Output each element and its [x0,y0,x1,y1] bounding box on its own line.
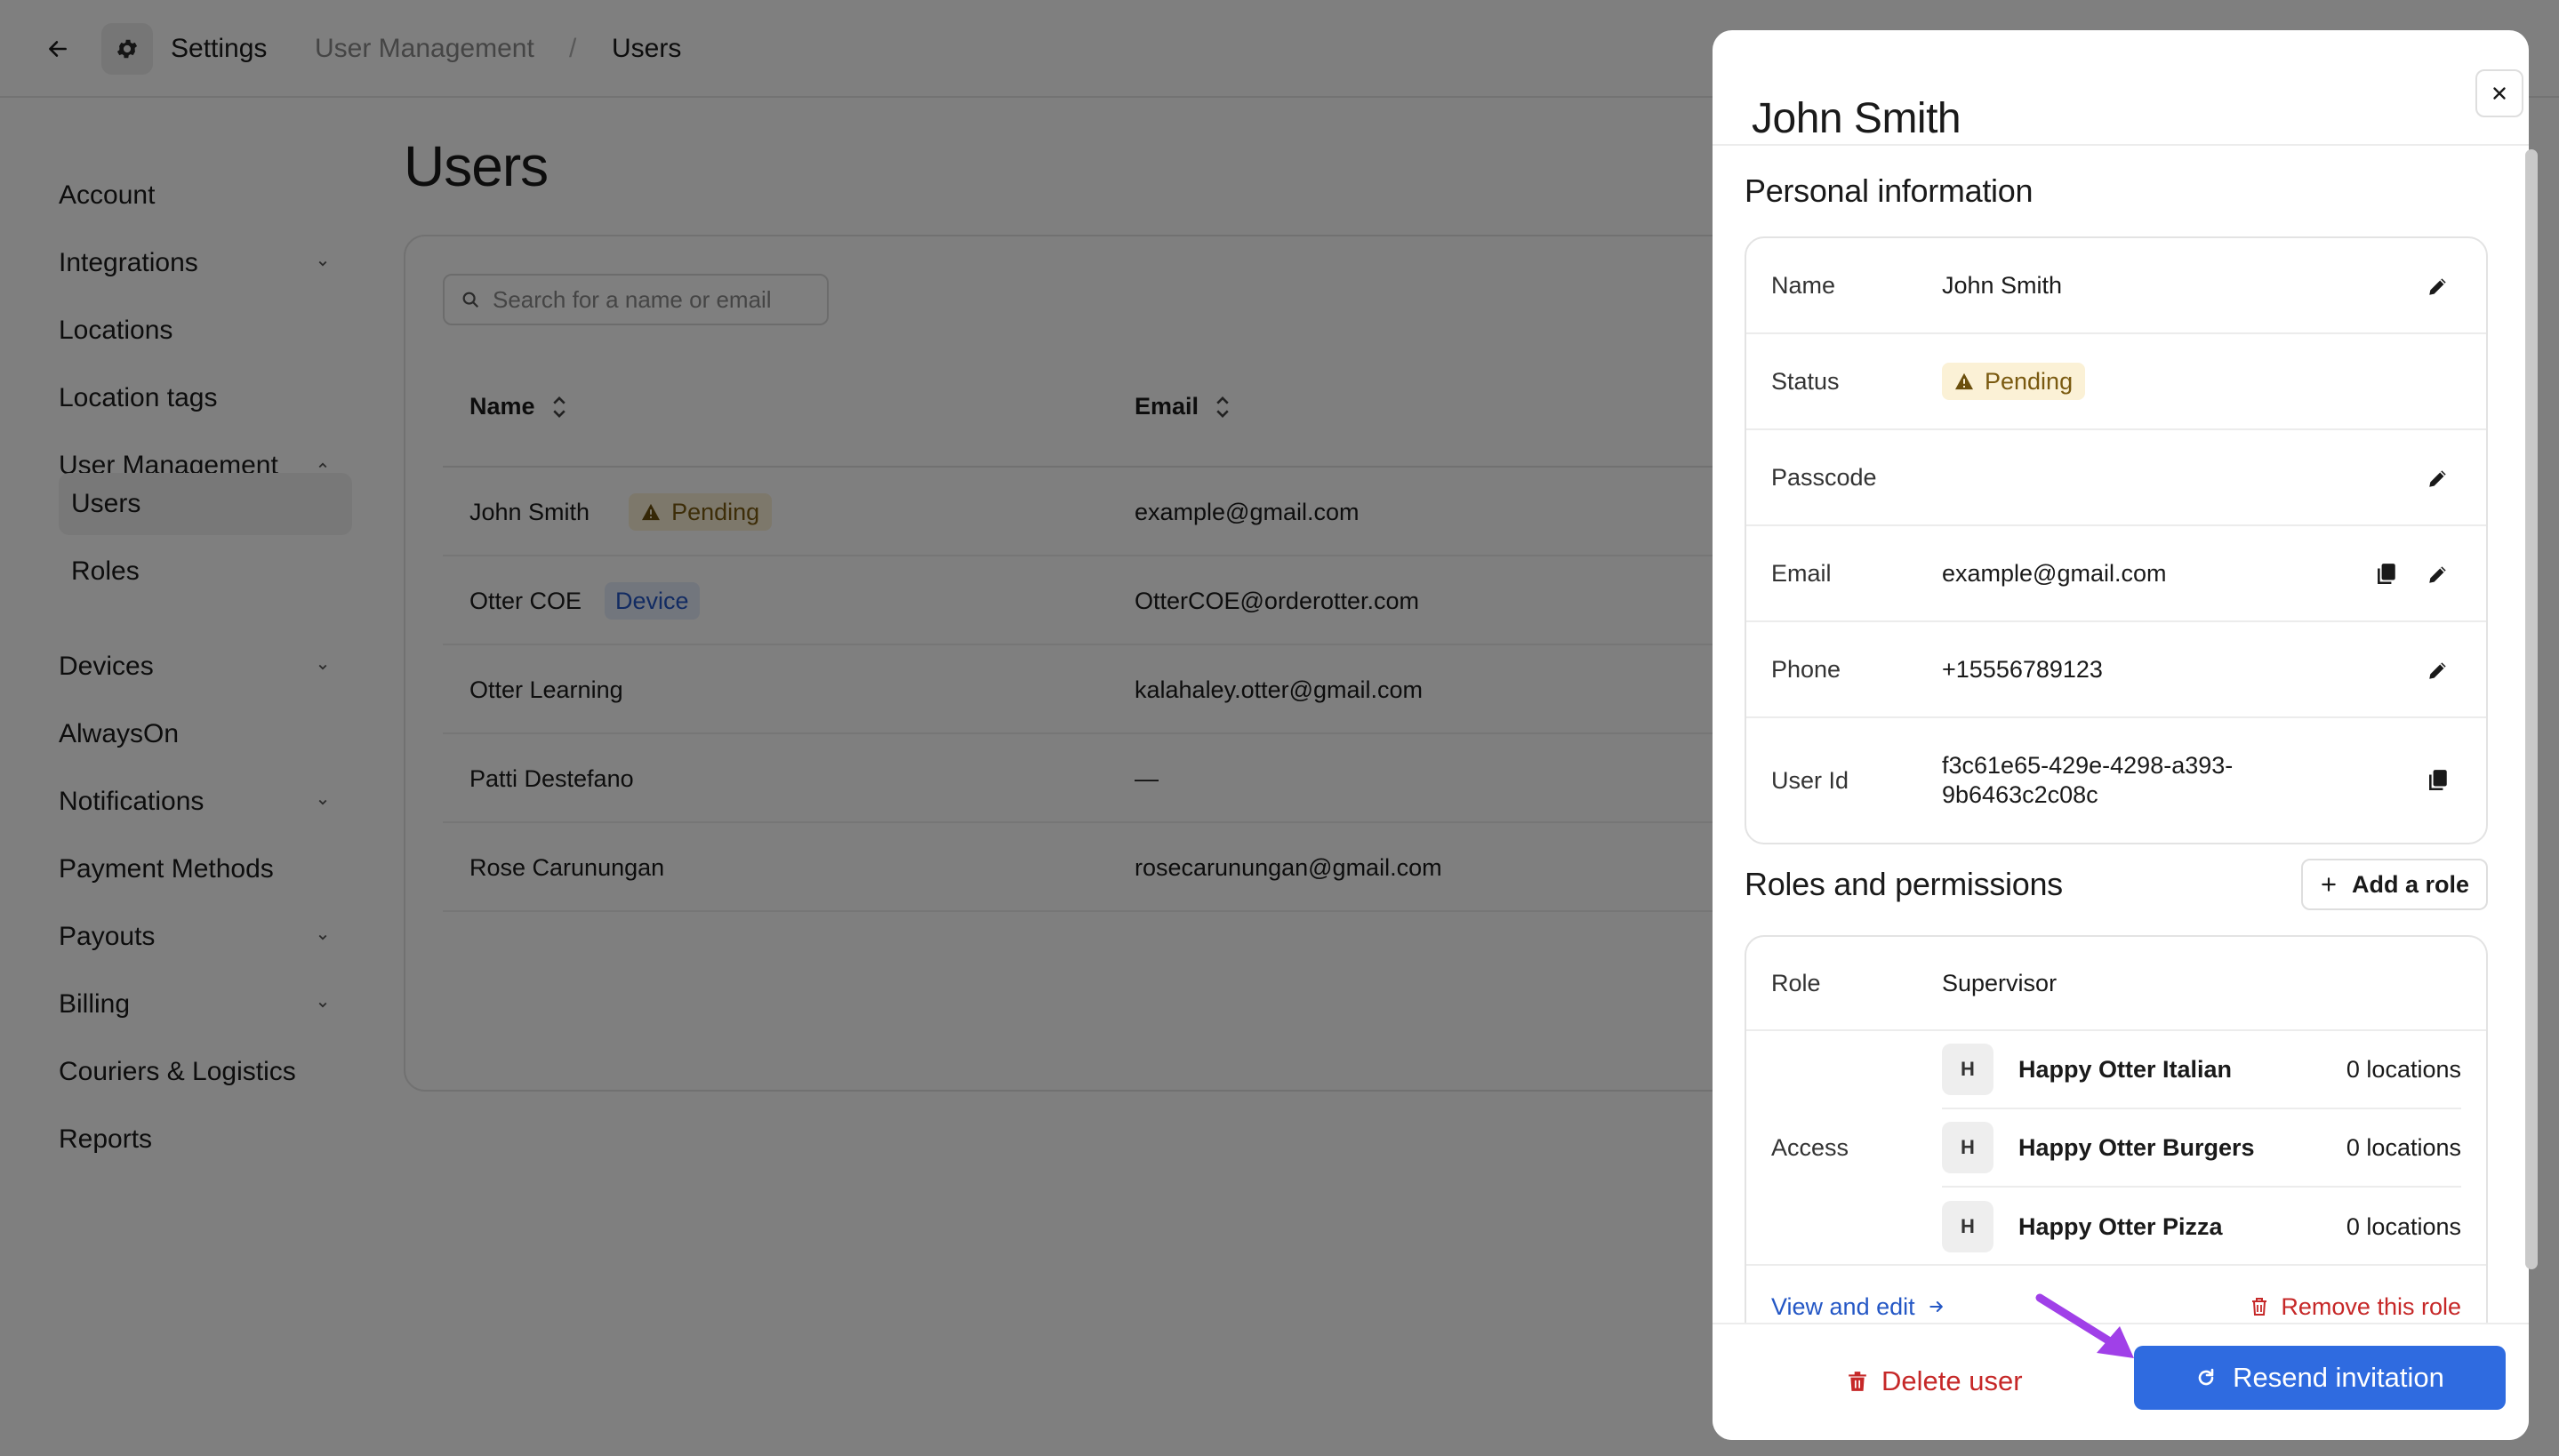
location-name: Happy Otter Burgers [2018,1133,2255,1161]
location-item: H Happy Otter Italian 0 locations [1942,1031,2461,1109]
edit-phone-button[interactable] [2422,654,2454,686]
role-row: Role Supervisor [1746,937,2486,1031]
delete-user-label: Delete user [1881,1365,2023,1396]
add-role-label: Add a role [2351,870,2470,898]
arrow-right-icon [1929,1301,1943,1312]
resend-invitation-button[interactable]: Resend invitation [2134,1346,2506,1410]
copy-email-button[interactable] [2370,558,2403,590]
pencil-icon [2429,470,2446,487]
info-value: example@gmail.com [1942,559,2167,587]
location-count: 0 locations [2346,1212,2461,1240]
user-id-line: f3c61e65-429e-4298-a393- [1942,752,2234,779]
close-icon [2493,87,2506,100]
info-label: Email [1771,559,1832,587]
info-row-passcode: Passcode [1746,430,2486,526]
info-row-name: Name John Smith [1746,238,2486,334]
pencil-icon [2429,278,2446,295]
info-value: John Smith [1942,271,2063,299]
info-label: Phone [1771,655,1841,683]
delete-user-button[interactable]: Delete user [1848,1349,2023,1413]
info-value: f3c61e65-429e-4298-a393- 9b6463c2c08c [1942,718,2315,843]
copy-user-id-button[interactable] [2422,764,2454,796]
plus-icon [2322,877,2336,892]
app-root: Settings User Management / Users Account… [0,0,2559,1456]
location-count: 0 locations [2346,1133,2461,1161]
info-row-user-id: User Id f3c61e65-429e-4298-a393- 9b6463c… [1746,718,2486,843]
info-label: Access [1771,1133,1849,1161]
status-badge-label: Pending [1985,367,2074,395]
pencil-icon [2429,662,2446,679]
view-and-edit-label: View and edit [1771,1292,1915,1320]
warning-icon [1955,372,1973,390]
drawer-title: John Smith [1752,95,1961,142]
role-card: Role Supervisor Access H Happy Otter Ita… [1745,935,2488,1362]
drawer-footer: Delete user Resend invitation [1713,1323,2529,1440]
drawer-scrollbar[interactable] [2525,149,2538,1269]
location-avatar: H [1942,1044,1993,1095]
section-title-roles: Roles and permissions [1745,866,2063,902]
status-badge-pending: Pending [1942,363,2086,400]
info-label: Name [1771,271,1836,299]
drawer-header-divider [1713,144,2529,146]
location-item: H Happy Otter Burgers 0 locations [1942,1109,2461,1188]
pencil-icon [2429,566,2446,583]
info-label: User Id [1771,766,1849,794]
edit-name-button[interactable] [2422,270,2454,302]
info-row-phone: Phone +15556789123 [1746,622,2486,718]
location-name: Happy Otter Italian [2018,1055,2233,1083]
copy-icon [2378,564,2395,585]
edit-passcode-button[interactable] [2422,462,2454,494]
location-name: Happy Otter Pizza [2018,1212,2223,1240]
refresh-icon [2198,1368,2214,1386]
location-count: 0 locations [2346,1055,2461,1083]
info-label: Status [1771,367,1840,395]
section-title-personal: Personal information [1745,172,2034,209]
info-label: Role [1771,969,1821,996]
info-row-email: Email example@gmail.com [1746,526,2486,622]
access-row: Access H Happy Otter Italian 0 locations… [1746,1031,2486,1266]
info-row-status: Status Pending [1746,334,2486,430]
close-button[interactable] [2475,69,2523,117]
role-value: Supervisor [1942,969,2058,996]
info-value: +15556789123 [1942,655,2103,683]
personal-info-box: Name John Smith Status Pending Passcode [1745,236,2488,844]
info-value: Pending [1942,334,2086,428]
location-avatar: H [1942,1122,1993,1173]
add-role-button[interactable]: Add a role [2301,859,2488,910]
remove-role-label: Remove this role [2281,1292,2461,1320]
info-label: Passcode [1771,463,1877,491]
location-item: H Happy Otter Pizza 0 locations [1942,1188,2461,1266]
trash-outline-icon [2252,1298,2267,1316]
user-detail-drawer: John Smith Personal information Name Joh… [1713,30,2529,1440]
location-avatar: H [1942,1201,1993,1252]
resend-invitation-label: Resend invitation [2233,1362,2444,1393]
copy-icon [2429,770,2447,791]
edit-email-button[interactable] [2422,558,2454,590]
trash-icon [1849,1372,1866,1391]
user-id-line: 9b6463c2c08c [1942,781,2098,808]
